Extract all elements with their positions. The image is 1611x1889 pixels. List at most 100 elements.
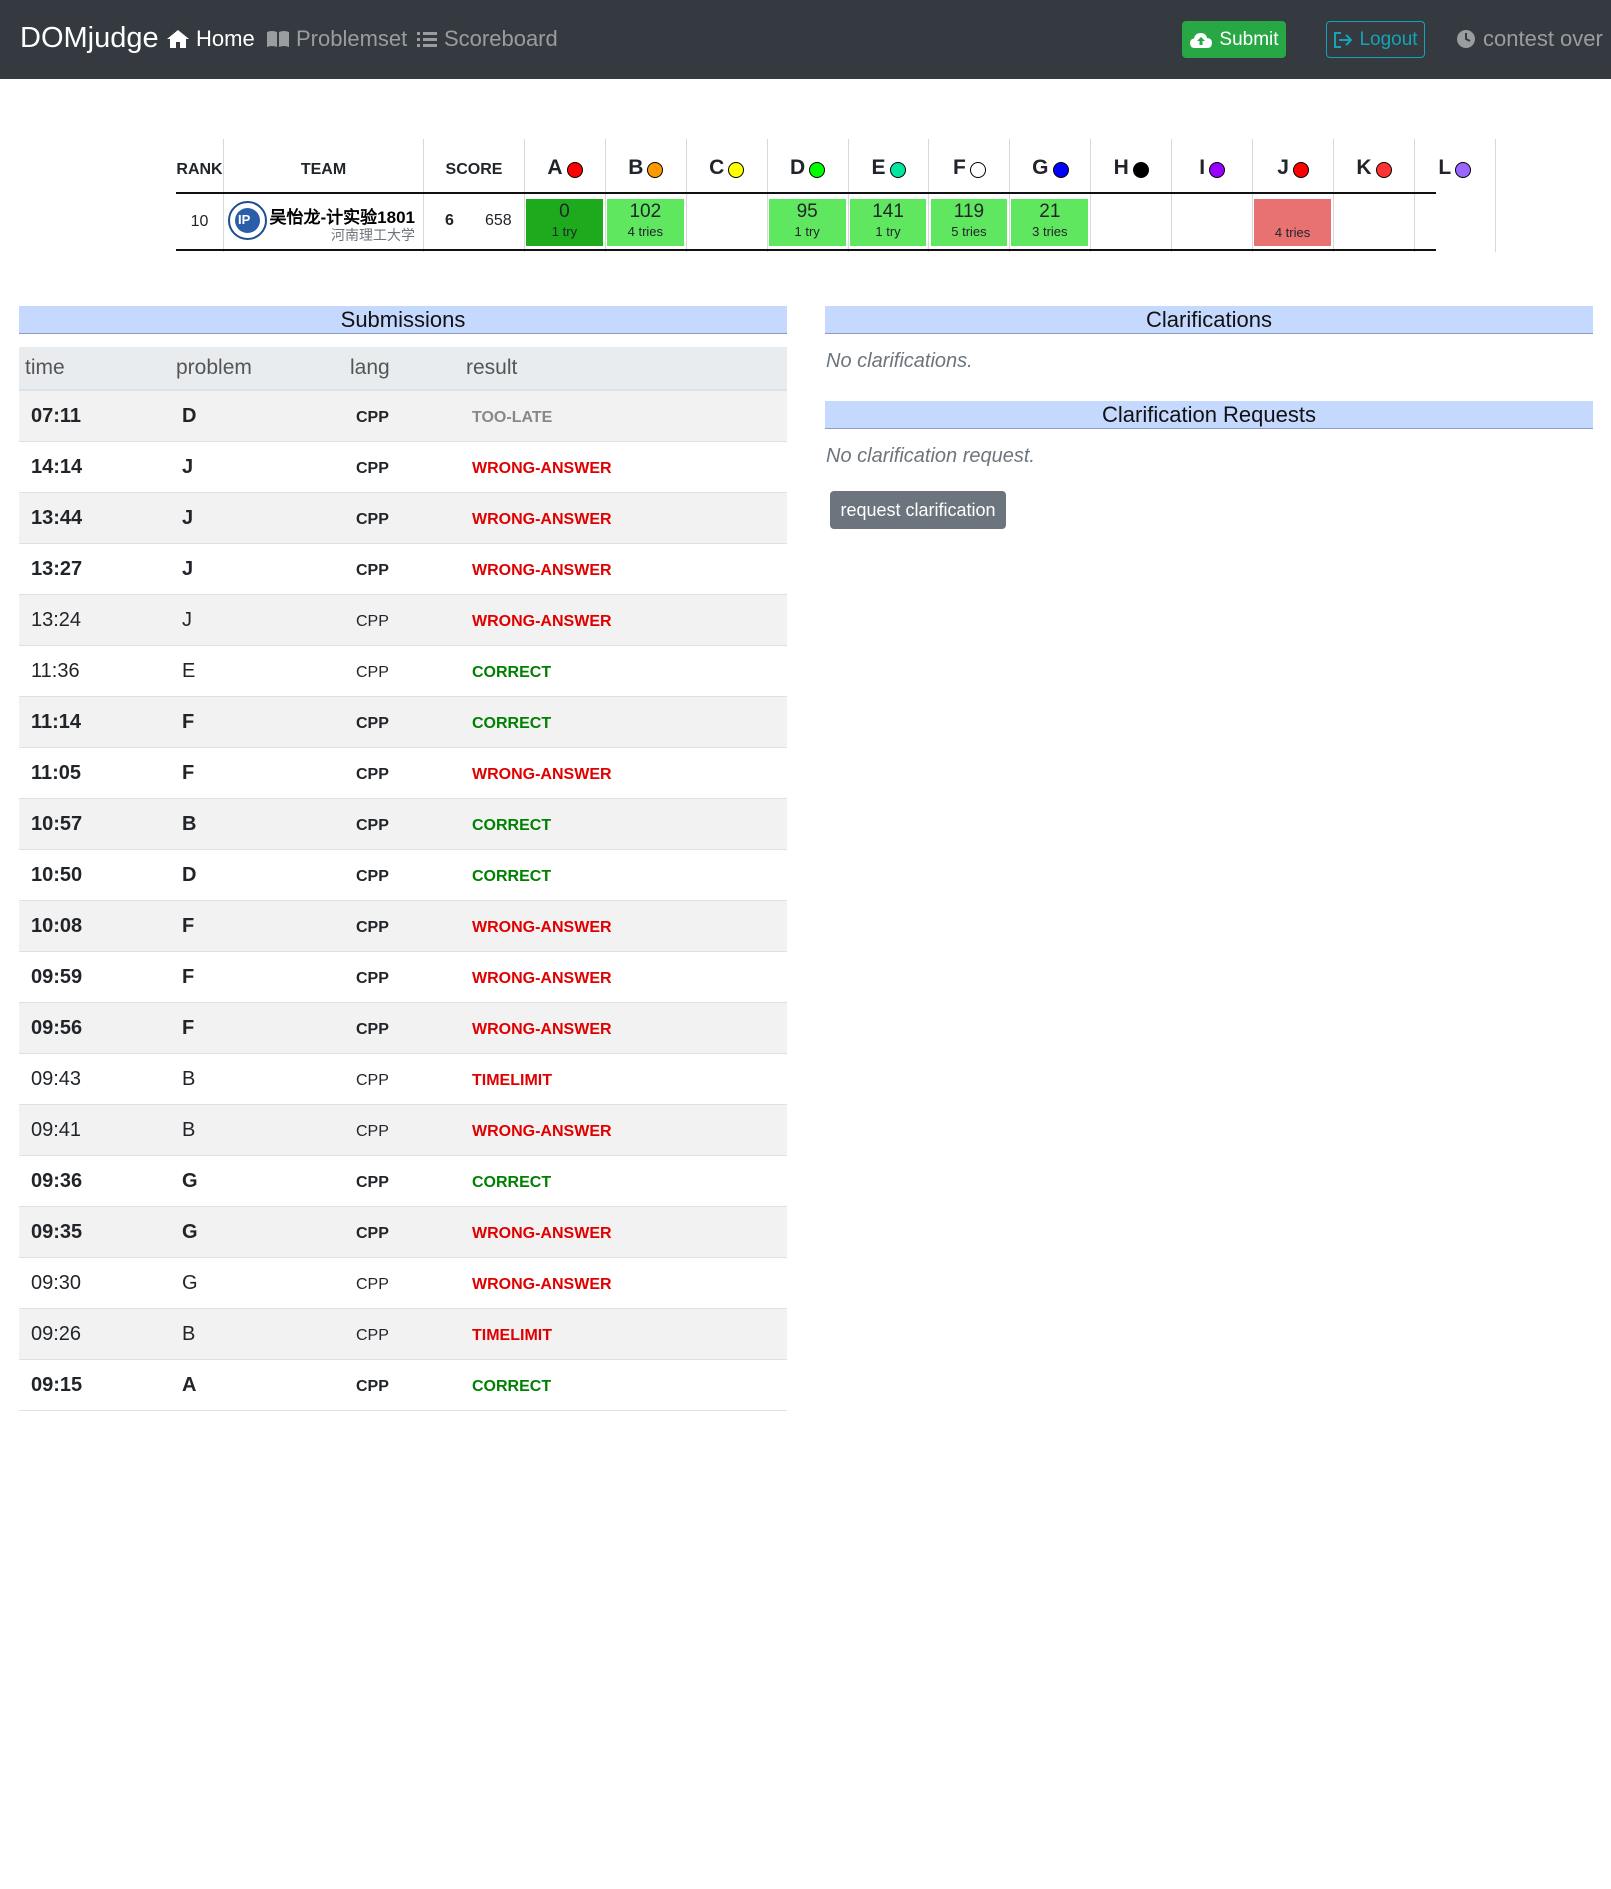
balloon-icon bbox=[969, 162, 986, 178]
submission-row[interactable]: 09:59 F CPP WRONG-ANSWER bbox=[19, 952, 787, 1003]
submission-time: 09:59 bbox=[31, 966, 83, 988]
submit-button[interactable]: Submit bbox=[1182, 21, 1286, 58]
no-clarifications-text: No clarifications. bbox=[826, 350, 973, 372]
problem-header-l[interactable]: L bbox=[1415, 139, 1495, 193]
submission-row[interactable]: 13:44 J CPP WRONG-ANSWER bbox=[19, 493, 787, 544]
submission-lang: CPP bbox=[356, 1021, 389, 1038]
problem-label: I bbox=[1199, 156, 1206, 179]
logout-button[interactable]: Logout bbox=[1326, 21, 1425, 58]
problem-result-cell: 95 1 try bbox=[768, 199, 846, 246]
submission-lang: CPP bbox=[356, 613, 389, 630]
problem-header-c[interactable]: C bbox=[687, 139, 767, 193]
problem-column-h: H bbox=[1091, 139, 1173, 252]
problem-header-k[interactable]: K bbox=[1334, 139, 1414, 193]
problem-header-e[interactable]: E bbox=[849, 139, 929, 193]
submission-time: 10:57 bbox=[31, 813, 83, 835]
problem-label: F bbox=[953, 156, 966, 179]
logout-label: Logout bbox=[1359, 28, 1418, 50]
submission-time: 11:14 bbox=[31, 711, 82, 733]
request-clarification-button[interactable]: request clarification bbox=[830, 491, 1006, 529]
no-clarification-request-text: No clarification request. bbox=[826, 445, 1035, 467]
problem-header-i[interactable]: I bbox=[1172, 139, 1252, 193]
submission-result: CORRECT bbox=[472, 664, 552, 681]
submission-lang: CPP bbox=[356, 919, 389, 936]
problem-header-j[interactable]: J bbox=[1253, 139, 1333, 193]
nav-problemset-link[interactable]: Problemset bbox=[266, 26, 407, 52]
submission-result: WRONG-ANSWER bbox=[472, 562, 612, 579]
submission-time: 11:36 bbox=[31, 660, 80, 682]
submission-row[interactable]: 10:57 B CPP CORRECT bbox=[19, 799, 787, 850]
brand-logo[interactable]: DOMjudge bbox=[20, 22, 159, 55]
submission-time: 09:35 bbox=[31, 1221, 83, 1243]
submission-time: 09:30 bbox=[31, 1272, 82, 1294]
submission-row[interactable]: 07:11 D CPP TOO-LATE bbox=[19, 391, 787, 442]
submission-row[interactable]: 13:27 J CPP WRONG-ANSWER bbox=[19, 544, 787, 595]
submission-row[interactable]: 11:05 F CPP WRONG-ANSWER bbox=[19, 748, 787, 799]
submission-result: CORRECT bbox=[472, 1378, 552, 1395]
submission-row[interactable]: 09:41 B CPP WRONG-ANSWER bbox=[19, 1105, 787, 1156]
submission-row[interactable]: 09:56 F CPP WRONG-ANSWER bbox=[19, 1003, 787, 1054]
submission-row[interactable]: 11:36 E CPP CORRECT bbox=[19, 646, 787, 697]
submission-row[interactable]: 14:14 J CPP WRONG-ANSWER bbox=[19, 442, 787, 493]
submission-lang: CPP bbox=[356, 715, 389, 732]
submission-row[interactable]: 10:08 F CPP WRONG-ANSWER bbox=[19, 901, 787, 952]
submission-problem: B bbox=[182, 1068, 196, 1090]
submission-row[interactable]: 09:30 G CPP WRONG-ANSWER bbox=[19, 1258, 787, 1309]
book-open-icon bbox=[267, 31, 289, 47]
balloon-icon bbox=[647, 162, 664, 178]
nav-scoreboard-label: Scoreboard bbox=[444, 26, 558, 51]
submission-result: TIMELIMIT bbox=[472, 1327, 552, 1344]
problem-result-cell: 102 4 tries bbox=[606, 199, 684, 246]
submission-time: 09:56 bbox=[31, 1017, 83, 1039]
submission-row[interactable]: 10:50 D CPP CORRECT bbox=[19, 850, 787, 901]
problem-label: J bbox=[1277, 156, 1289, 179]
submission-row[interactable]: 09:36 G CPP CORRECT bbox=[19, 1156, 787, 1207]
submission-problem: A bbox=[182, 1374, 197, 1396]
problem-header-a[interactable]: A bbox=[525, 139, 605, 193]
list-icon bbox=[417, 32, 437, 47]
submissions-table-header: time problem lang result bbox=[19, 347, 787, 391]
problem-time: 0 bbox=[559, 201, 570, 222]
contest-status-label: contest over bbox=[1483, 26, 1603, 51]
submission-row[interactable]: 09:15 A CPP CORRECT bbox=[19, 1360, 787, 1411]
submission-row[interactable]: 09:26 B CPP TIMELIMIT bbox=[19, 1309, 787, 1360]
submission-result: TIMELIMIT bbox=[472, 1072, 552, 1089]
problem-result-cell: 119 5 tries bbox=[930, 199, 1008, 246]
problem-header-d[interactable]: D bbox=[768, 139, 848, 193]
submission-result: WRONG-ANSWER bbox=[472, 919, 612, 936]
problem-tries: 1 try bbox=[875, 224, 901, 239]
problem-result-cell: 21 3 tries bbox=[1011, 199, 1089, 246]
solved-count: 6 bbox=[445, 212, 454, 229]
problem-header-f[interactable]: F bbox=[930, 139, 1010, 193]
submission-result: WRONG-ANSWER bbox=[472, 1021, 612, 1038]
problem-column-g: G 21 3 tries bbox=[1010, 139, 1092, 252]
problem-column-i: I bbox=[1172, 139, 1254, 252]
problem-header-b[interactable]: B bbox=[606, 139, 686, 193]
submission-result: WRONG-ANSWER bbox=[472, 460, 612, 477]
home-icon bbox=[167, 30, 189, 48]
submission-row[interactable]: 13:24 J CPP WRONG-ANSWER bbox=[19, 595, 787, 646]
submission-row[interactable]: 09:43 B CPP TIMELIMIT bbox=[19, 1054, 787, 1105]
problem-result-cell: 4 tries bbox=[1254, 199, 1331, 246]
balloon-icon bbox=[1132, 162, 1149, 178]
problem-label: D bbox=[790, 156, 806, 179]
submission-lang: CPP bbox=[356, 511, 389, 528]
submission-problem: D bbox=[182, 405, 197, 427]
team-affiliation: 河南理工大学 bbox=[331, 227, 415, 243]
submission-row[interactable]: 11:14 F CPP CORRECT bbox=[19, 697, 787, 748]
contest-status: contest over bbox=[1456, 26, 1603, 52]
nav-home-link[interactable]: Home bbox=[166, 26, 255, 52]
problem-tries: 1 try bbox=[794, 224, 820, 239]
scoreboard-header-divider bbox=[176, 192, 1436, 194]
problem-label: H bbox=[1113, 156, 1129, 179]
problem-header-g[interactable]: G bbox=[1010, 139, 1090, 193]
submission-problem: G bbox=[182, 1170, 198, 1192]
problem-column-j: J 4 tries bbox=[1253, 139, 1334, 252]
problem-header-h[interactable]: H bbox=[1091, 139, 1171, 193]
submission-row[interactable]: 09:35 G CPP WRONG-ANSWER bbox=[19, 1207, 787, 1258]
problem-column-l: L bbox=[1415, 139, 1496, 252]
submission-problem: D bbox=[182, 864, 197, 886]
submission-problem: B bbox=[182, 1119, 196, 1141]
nav-scoreboard-link[interactable]: Scoreboard bbox=[416, 26, 558, 52]
balloon-icon bbox=[889, 162, 906, 178]
